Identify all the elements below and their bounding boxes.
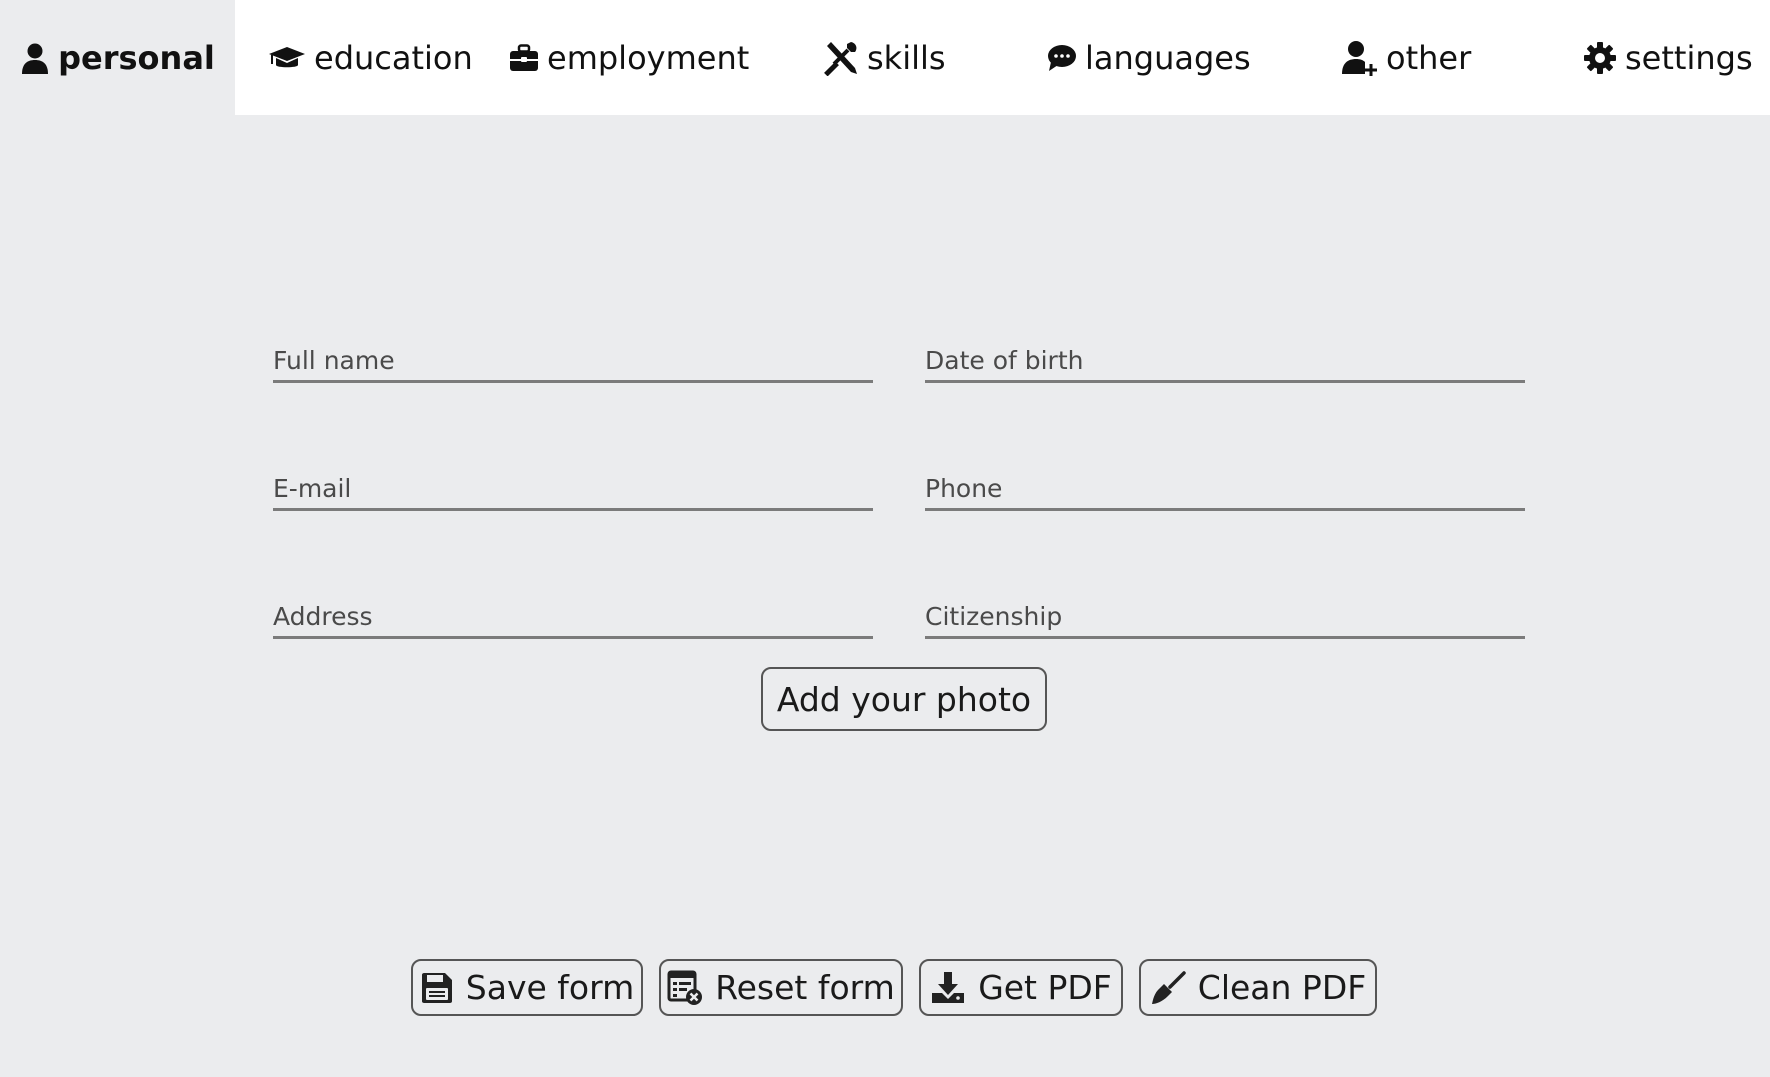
tab-label: skills [867,38,946,77]
add-photo-button[interactable]: Add your photo [761,667,1047,731]
tab-education[interactable]: education [268,0,473,115]
tab-label: other [1386,38,1472,77]
citizenship-field [925,579,1525,639]
tab-label: education [314,38,473,77]
tab-personal[interactable]: personal [0,0,235,115]
tab-languages[interactable]: languages [1047,0,1251,115]
address-input[interactable] [273,579,873,636]
save-form-button[interactable]: Save form [411,959,643,1016]
tab-skills[interactable]: skills [823,0,946,115]
address-field [273,579,873,639]
add-photo-label: Add your photo [776,679,1032,719]
graduation-cap-icon [268,44,306,72]
date-of-birth-input[interactable] [925,323,1525,380]
reset-form-icon [667,970,703,1006]
speech-bubble-icon [1047,44,1077,72]
download-icon [930,971,966,1005]
full-name-field [273,323,873,383]
tab-label: settings [1625,38,1753,77]
floppy-disk-icon [420,971,454,1005]
tab-employment[interactable]: employment [509,0,749,115]
email-input[interactable] [273,451,873,508]
clean-pdf-button[interactable]: Clean PDF [1139,959,1377,1016]
briefcase-icon [509,43,539,72]
get-pdf-button[interactable]: Get PDF [919,959,1123,1016]
get-pdf-label: Get PDF [978,968,1112,1007]
tab-other[interactable]: other [1342,0,1471,115]
broom-icon [1150,970,1186,1005]
user-plus-icon [1342,40,1378,76]
tab-bar: personal education employment skills lan [0,0,1770,115]
user-icon [20,42,50,74]
phone-field [925,451,1525,511]
date-of-birth-field [925,323,1525,383]
save-form-label: Save form [465,968,635,1007]
tab-label: employment [547,38,750,77]
phone-input[interactable] [925,451,1525,508]
full-name-input[interactable] [273,323,873,380]
tab-label: personal [58,38,215,77]
cv-builder-app: personal education employment skills lan [0,0,1770,1077]
email-field [273,451,873,511]
tools-icon [823,40,859,76]
reset-form-button[interactable]: Reset form [659,959,903,1016]
gear-icon [1583,41,1617,75]
citizenship-input[interactable] [925,579,1525,636]
clean-pdf-label: Clean PDF [1197,968,1367,1007]
reset-form-label: Reset form [715,968,895,1007]
tab-label: languages [1085,38,1251,77]
tab-settings[interactable]: settings [1583,0,1753,115]
